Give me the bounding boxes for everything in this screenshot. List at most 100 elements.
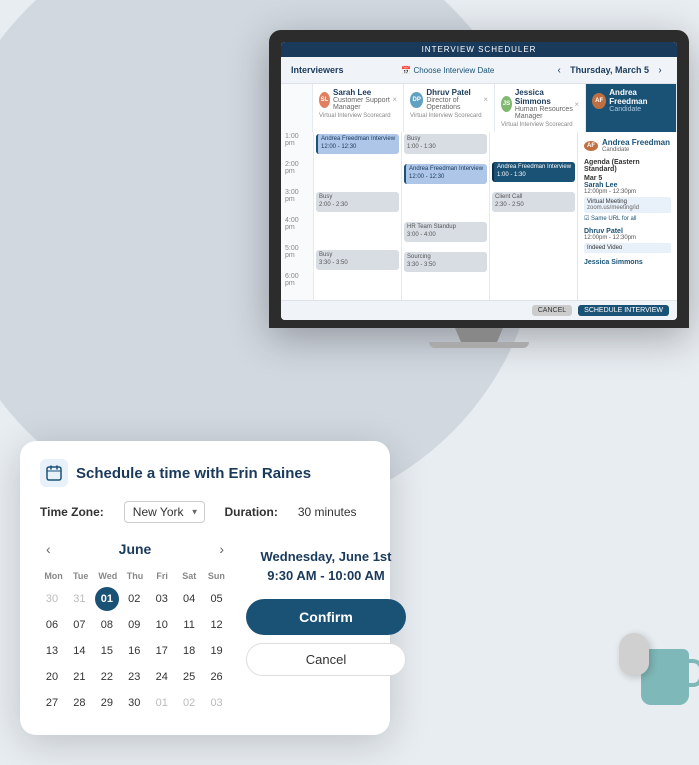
event-jessica-interview[interactable]: Andrea Freedman Interview1:00 - 1:30 xyxy=(492,162,575,182)
cal-day-05[interactable]: 05 xyxy=(205,587,229,611)
time-4pm: 4:00 pm xyxy=(285,216,309,244)
wd-sun: Sun xyxy=(203,569,230,583)
cancel-button[interactable]: Cancel xyxy=(246,643,406,676)
agenda-date: Mar 5 xyxy=(584,175,671,182)
avatar-andrea: AF xyxy=(592,93,606,109)
cal-day-25[interactable]: 25 xyxy=(177,665,201,689)
cal-day-22[interactable]: 22 xyxy=(95,665,119,689)
wd-tue: Tue xyxy=(67,569,94,583)
event-dhruv-interview[interactable]: Andrea Freedman Interview12:00 - 12:30 xyxy=(404,164,487,184)
close-jessica[interactable]: × xyxy=(574,100,579,109)
interviewer-col-jessica: JS Jessica Simmons Human Resources Manag… xyxy=(495,84,586,132)
cal-day-04[interactable]: 04 xyxy=(177,587,201,611)
cal-day-24[interactable]: 24 xyxy=(150,665,174,689)
cal-day-10[interactable]: 10 xyxy=(150,613,174,637)
cal-day-03-next[interactable]: 03 xyxy=(205,691,229,715)
cal-day-06[interactable]: 06 xyxy=(40,613,64,637)
cal-day-18[interactable]: 18 xyxy=(177,639,201,663)
monitor-base xyxy=(429,342,529,348)
dhruv-slot-3 xyxy=(402,192,489,220)
close-sarah[interactable]: × xyxy=(392,95,397,104)
cal-day-02[interactable]: 02 xyxy=(122,587,146,611)
cal-day-28[interactable]: 28 xyxy=(67,691,91,715)
cal-day-03[interactable]: 03 xyxy=(150,587,174,611)
close-dhruv[interactable]: × xyxy=(483,95,488,104)
next-date-button[interactable]: › xyxy=(653,63,667,77)
agenda-jessica-name: Jessica Simmons xyxy=(584,259,671,266)
cal-day-20[interactable]: 20 xyxy=(40,665,64,689)
cal-day-01[interactable]: 01 xyxy=(95,587,119,611)
cal-day-27[interactable]: 27 xyxy=(40,691,64,715)
schedule-dialog: Schedule a time with Erin Raines Time Zo… xyxy=(20,441,390,735)
jessica-slot-3: Client Call2:30 - 2:50 xyxy=(490,192,577,220)
prev-month-button[interactable]: ‹ xyxy=(40,539,57,559)
cal-day-29[interactable]: 29 xyxy=(95,691,119,715)
jessica-scorecard: Virtual Interview Scorecard xyxy=(501,122,579,128)
confirm-button[interactable]: Confirm xyxy=(246,599,406,635)
schedule-interview-button[interactable]: SCHEDULE INTERVIEW xyxy=(578,305,669,316)
dhruv-slot-1: Busy1:00 - 1:30 xyxy=(402,134,489,162)
dialog-body: ‹ June › Mon Tue Wed Thu Fri Sat Sun 30 … xyxy=(40,539,370,715)
time-5pm: 5:00 pm xyxy=(285,244,309,272)
timezone-select[interactable]: New York xyxy=(124,501,205,523)
cal-day-31-prev[interactable]: 31 xyxy=(67,587,91,611)
cal-day-17[interactable]: 17 xyxy=(150,639,174,663)
cal-day-02-next[interactable]: 02 xyxy=(177,691,201,715)
cal-day-26[interactable]: 26 xyxy=(205,665,229,689)
cal-day-21[interactable]: 21 xyxy=(67,665,91,689)
interviewer-col-dhruv: DP Dhruv Patel Director of Operations × … xyxy=(404,84,495,132)
sarah-scorecard: Virtual Interview Scorecard xyxy=(319,113,397,119)
same-url-checkbox[interactable]: ☑ Same URL for all xyxy=(584,215,671,222)
cal-day-11[interactable]: 11 xyxy=(177,613,201,637)
monitor-stand xyxy=(449,328,509,342)
sarah-slot-5: Busy3:30 - 3:50 xyxy=(314,250,401,278)
wd-mon: Mon xyxy=(40,569,67,583)
calendar-weekdays: Mon Tue Wed Thu Fri Sat Sun xyxy=(40,569,230,583)
event-dhruv-standup: HR Team Standup3:00 - 4:00 xyxy=(404,222,487,242)
timezone-value: New York xyxy=(133,505,184,519)
prev-date-button[interactable]: ‹ xyxy=(552,63,566,77)
cal-day-09[interactable]: 09 xyxy=(122,613,146,637)
dhruv-slot-2: Andrea Freedman Interview12:00 - 12:30 xyxy=(402,164,489,192)
cal-day-01-next[interactable]: 01 xyxy=(150,691,174,715)
cancel-interview-button[interactable]: CANCEL xyxy=(532,305,572,316)
cal-day-16[interactable]: 16 xyxy=(122,639,146,663)
current-date: Thursday, March 5 xyxy=(570,65,649,75)
agenda-sarah-meeting: Virtual Meetingzoom.us/meeting/id xyxy=(584,197,671,213)
avatar-andrea-sidebar: AF xyxy=(584,141,598,151)
monitor-screen: INTERVIEW SCHEDULER Interviewers 📅 Choos… xyxy=(281,42,677,320)
wd-wed: Wed xyxy=(94,569,121,583)
cal-day-12[interactable]: 12 xyxy=(205,613,229,637)
candidate-col-andrea: AF Andrea Freedman Candidate xyxy=(586,84,677,132)
cal-day-15[interactable]: 15 xyxy=(95,639,119,663)
jessica-name: Jessica Simmons xyxy=(515,88,574,106)
time-2pm: 2:00 pm xyxy=(285,160,309,188)
calendar-month: June xyxy=(119,541,152,557)
next-month-button[interactable]: › xyxy=(213,539,230,559)
cal-day-30-prev[interactable]: 30 xyxy=(40,587,64,611)
selected-time-display: 9:30 AM - 10:00 AM xyxy=(267,568,385,583)
cal-day-23[interactable]: 23 xyxy=(122,665,146,689)
jessica-events-col: Andrea Freedman Interview1:00 - 1:30 Cli… xyxy=(489,132,577,300)
choose-date-label: 📅 Choose Interview Date xyxy=(401,66,494,75)
sarah-name: Sarah Lee xyxy=(333,88,392,97)
column-headers: SL Sarah Lee Customer Support Manager × … xyxy=(281,84,677,132)
date-navigation: ‹ Thursday, March 5 › xyxy=(552,63,667,77)
cal-day-30[interactable]: 30 xyxy=(122,691,146,715)
agenda-dhruv: Dhruv Patel 12:00pm - 12:30pm Indeed Vid… xyxy=(584,228,671,253)
event-sarah-interview[interactable]: Andrea Freedman Interview12:00 - 12:30 xyxy=(316,134,399,154)
interviewers-label: Interviewers xyxy=(291,65,344,75)
calendar-header: ‹ June › xyxy=(40,539,230,559)
wd-fri: Fri xyxy=(149,569,176,583)
cal-day-19[interactable]: 19 xyxy=(205,639,229,663)
sarah-slot-3: Busy2:00 - 2:30 xyxy=(314,192,401,220)
dialog-title-row: Schedule a time with Erin Raines xyxy=(40,459,370,487)
agenda-jessica: Jessica Simmons xyxy=(584,259,671,266)
andrea-sidebar-title: Candidate xyxy=(602,147,670,153)
interviewer-col-sarah: SL Sarah Lee Customer Support Manager × … xyxy=(313,84,404,132)
cal-day-08[interactable]: 08 xyxy=(95,613,119,637)
cal-day-14[interactable]: 14 xyxy=(67,639,91,663)
dialog-title: Schedule a time with Erin Raines xyxy=(76,465,311,482)
cal-day-07[interactable]: 07 xyxy=(67,613,91,637)
cal-day-13[interactable]: 13 xyxy=(40,639,64,663)
